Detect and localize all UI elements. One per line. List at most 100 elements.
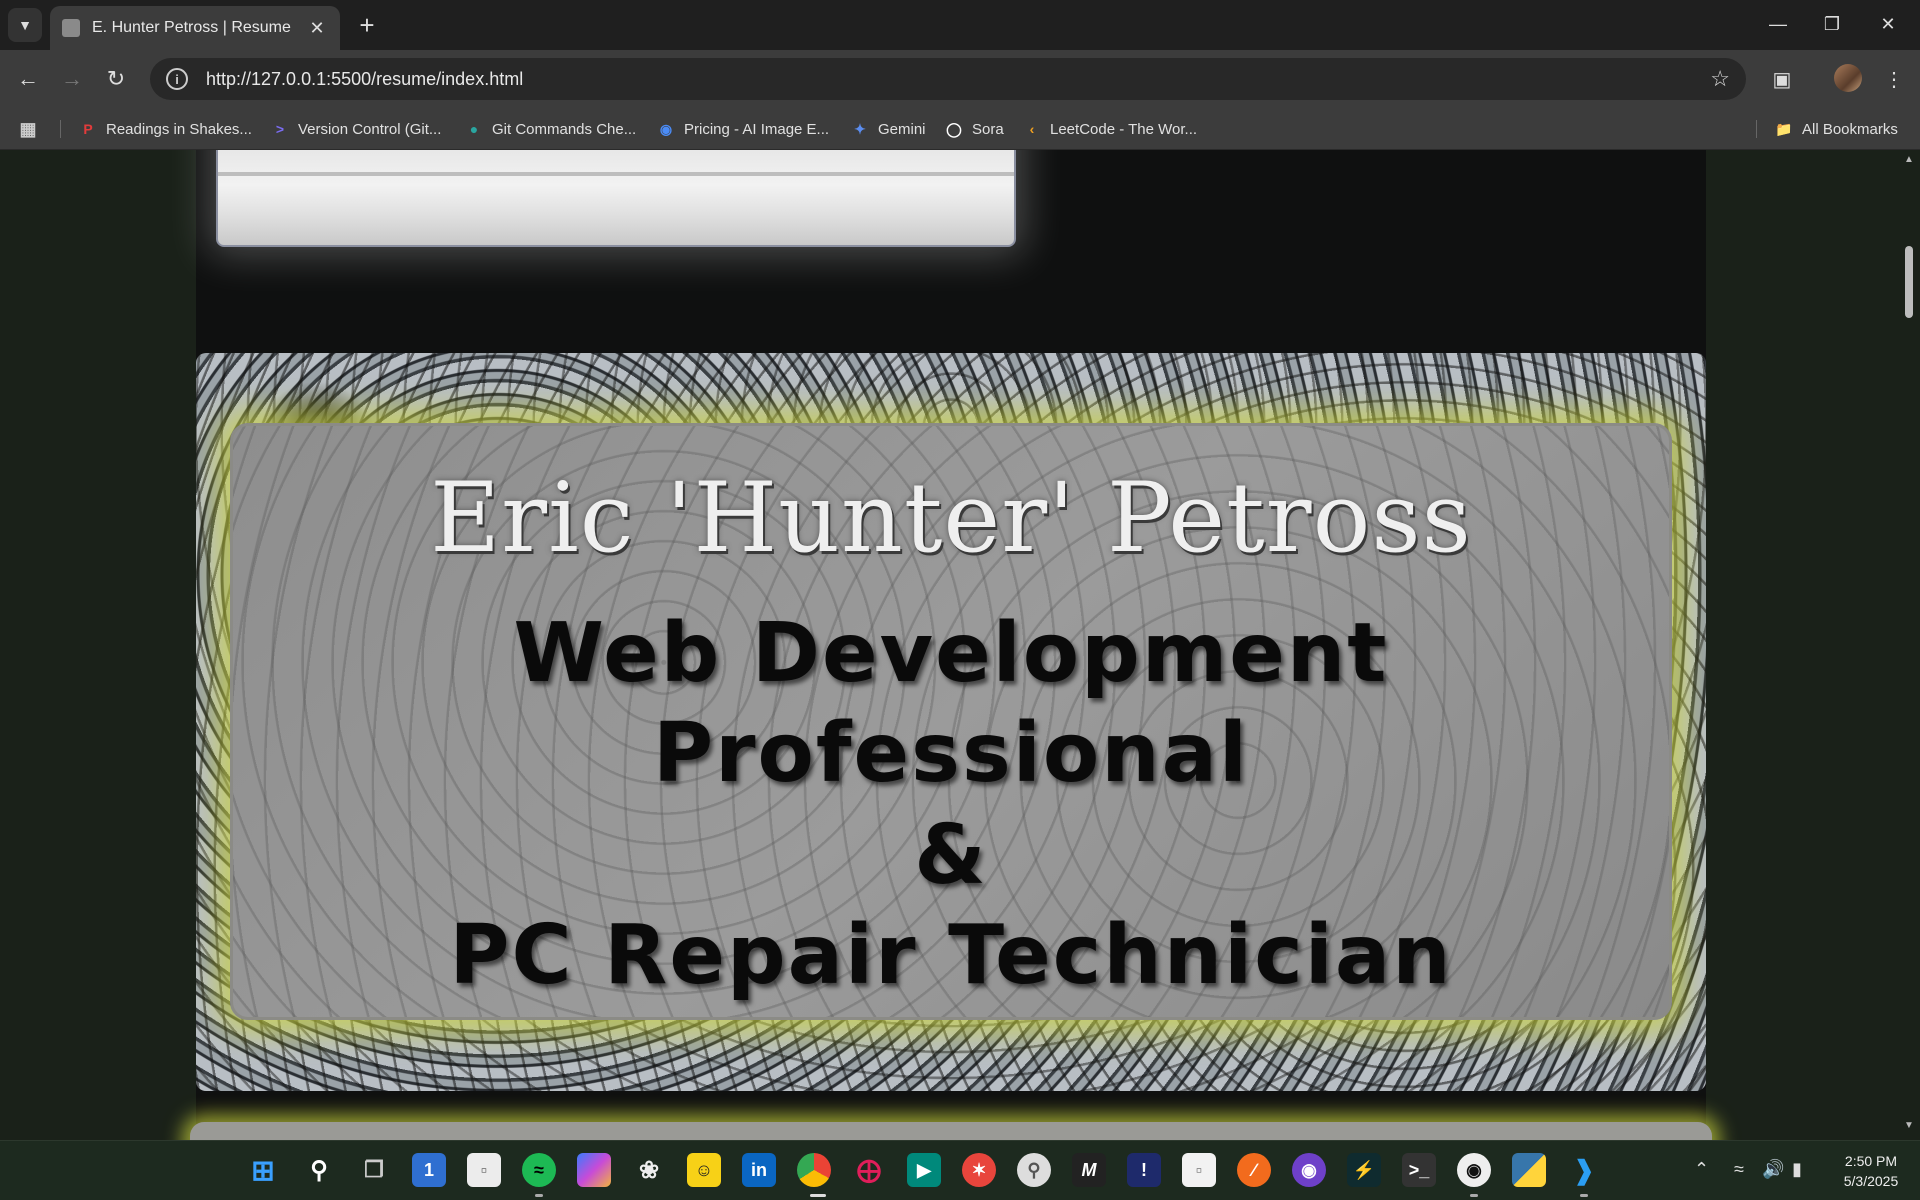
start-icon[interactable]: ⊞ — [246, 1153, 280, 1187]
new-tab-button[interactable]: + — [352, 10, 382, 40]
tab-title: E. Hunter Petross | Resume — [92, 19, 291, 36]
python-icon[interactable] — [1512, 1153, 1546, 1187]
task-view-icon[interactable]: ❐ — [357, 1153, 391, 1187]
p-logo-icon: P — [83, 121, 93, 137]
address-bar[interactable]: i http://127.0.0.1:5500/resume/index.htm… — [150, 58, 1746, 100]
running-indicator — [1580, 1194, 1588, 1197]
app-orange-icon[interactable]: ∕ — [1237, 1153, 1271, 1187]
bookmark-leetcode[interactable]: ‹ LeetCode - The Wor... — [1024, 118, 1197, 140]
bookmark-label: Readings in Shakes... — [106, 120, 252, 138]
close-window-icon[interactable]: ✕ — [1866, 8, 1910, 40]
app-info-icon[interactable]: ! — [1127, 1153, 1161, 1187]
scroll-up-icon[interactable]: ▲ — [1902, 154, 1916, 168]
bookmark-version-control[interactable]: > Version Control (Git... — [272, 118, 441, 140]
hero-banner: Eric 'Hunter' Petross Web Development Pr… — [196, 353, 1706, 1091]
linkedin-icon[interactable]: in — [742, 1153, 776, 1187]
clock-time: 2:50 PM — [1844, 1153, 1898, 1169]
active-indicator — [810, 1194, 826, 1197]
tab-favicon-icon — [62, 19, 80, 37]
github-desktop-icon[interactable]: ◉ — [1292, 1153, 1326, 1187]
hero-title-line: & — [914, 808, 988, 903]
page-viewport: Eric 'Hunter' Petross Web Development Pr… — [0, 150, 1920, 1140]
page-scrollbar[interactable]: ▲ ▼ — [1898, 150, 1920, 1140]
volume-icon[interactable]: 🔊 — [1762, 1159, 1784, 1180]
system-clock[interactable]: 2:50 PM 5/3/2025 — [1826, 1151, 1916, 1191]
github-icon[interactable]: ◉ — [1457, 1153, 1491, 1187]
bookmark-label: Version Control (Git... — [298, 120, 442, 138]
notepad-icon[interactable]: ▫ — [467, 1153, 501, 1187]
sparkle-icon: ✦ — [854, 120, 866, 137]
bookmark-label: Sora — [972, 120, 1004, 138]
bookmarks-divider — [1756, 120, 1757, 138]
menu-kebab-icon[interactable]: ⋮ — [1878, 63, 1910, 95]
bookmark-star-icon[interactable]: ☆ — [1710, 66, 1730, 92]
hero-title-line: Professional — [652, 706, 1250, 801]
clock-date: 5/3/2025 — [1843, 1173, 1899, 1189]
site-info-icon[interactable]: i — [166, 68, 188, 90]
terminal-icon[interactable]: >_ — [1402, 1153, 1436, 1187]
forward-arrow-icon[interactable]: → — [56, 63, 88, 95]
bookmark-git-commands[interactable]: ● Git Commands Che... — [466, 118, 636, 140]
bookmark-sora[interactable]: ◯ Sora — [946, 118, 1004, 140]
chrome-icon[interactable] — [797, 1153, 831, 1187]
hero-title-line: PC Repair Technician — [449, 908, 1453, 1003]
reload-icon[interactable]: ↻ — [100, 63, 132, 95]
bookmark-readings[interactable]: P Readings in Shakes... — [80, 118, 252, 140]
folder-icon: 📁 — [1775, 120, 1793, 137]
address-url[interactable]: http://127.0.0.1:5500/resume/index.html — [206, 69, 1710, 90]
app-bolt-icon[interactable]: ⚡ — [1347, 1153, 1381, 1187]
apps-grid-icon[interactable]: ▦ — [20, 118, 46, 140]
tab-strip: ▼ E. Hunter Petross | Resume ✕ + — ❐ ✕ — [0, 0, 1920, 50]
arrow-logo-icon: > — [275, 121, 285, 137]
back-arrow-icon[interactable]: ← — [12, 63, 44, 95]
globe-logo-icon: ● — [469, 121, 479, 137]
hero-title-line: Web Development — [513, 606, 1389, 701]
restore-icon[interactable]: ❐ — [1810, 8, 1854, 40]
slack-icon[interactable]: ⨁ — [852, 1153, 886, 1187]
tray-overflow-icon[interactable]: ⌃ — [1694, 1159, 1709, 1180]
wifi-icon[interactable]: ≈ — [1734, 1159, 1744, 1180]
copilot-icon[interactable] — [577, 1153, 611, 1187]
tab-search-button[interactable]: ▼ — [8, 8, 42, 42]
running-indicator — [535, 1194, 543, 1197]
spotify-icon[interactable]: ≈ — [522, 1153, 556, 1187]
chatgpt-icon[interactable]: ❀ — [632, 1153, 666, 1187]
next-section-card — [190, 1122, 1712, 1140]
workspace-photo — [216, 150, 1016, 247]
bookmark-label: Pricing - AI Image E... — [684, 120, 830, 138]
calendar-icon[interactable]: 1 — [412, 1153, 446, 1187]
scroll-thumb[interactable] — [1905, 246, 1913, 318]
all-bookmarks-button[interactable]: 📁 All Bookmarks — [1775, 118, 1898, 140]
app-search-icon[interactable]: ⚲ — [1017, 1153, 1051, 1187]
browser-tab-active[interactable]: E. Hunter Petross | Resume ✕ — [50, 6, 340, 50]
bookmark-label: Git Commands Che... — [492, 120, 637, 138]
close-tab-icon[interactable]: ✕ — [306, 18, 328, 39]
resume-page-column: Eric 'Hunter' Petross Web Development Pr… — [190, 150, 1712, 1140]
windows-taskbar: ⊞ ⚲ ❐ 1 ▫ ≈ ❀ ☺ in ⨁ ▶ ✶ ⚲ M ! ▫ ∕ ◉ ⚡ >… — [0, 1140, 1920, 1200]
app-red-icon[interactable]: ✶ — [962, 1153, 996, 1187]
hero-name: Eric 'Hunter' Petross — [430, 462, 1472, 574]
app-m-icon[interactable]: M — [1072, 1153, 1106, 1187]
bookmark-gemini[interactable]: ✦ Gemini — [852, 118, 925, 140]
bookmark-pricing[interactable]: ◉ Pricing - AI Image E... — [658, 118, 829, 140]
chat-app-icon[interactable]: ☺ — [687, 1153, 721, 1187]
meet-icon[interactable]: ▶ — [907, 1153, 941, 1187]
running-indicator — [1470, 1194, 1478, 1197]
desk-edge — [218, 172, 1014, 176]
sora-icon: ◯ — [946, 120, 962, 137]
vscode-icon[interactable]: ❱ — [1567, 1153, 1601, 1187]
chevron-down-icon: ▼ — [18, 17, 32, 33]
minimize-icon[interactable]: — — [1756, 8, 1800, 40]
profile-avatar[interactable] — [1834, 64, 1862, 92]
browser-toolbar: ← → ↻ i http://127.0.0.1:5500/resume/ind… — [0, 50, 1920, 108]
bookmarks-bar: ▦ P Readings in Shakes... > Version Cont… — [0, 108, 1920, 150]
all-bookmarks-label: All Bookmarks — [1802, 120, 1898, 138]
leetcode-icon: ‹ — [1029, 121, 1035, 137]
search-icon[interactable]: ⚲ — [302, 1153, 336, 1187]
hero-card: Eric 'Hunter' Petross Web Development Pr… — [230, 423, 1672, 1020]
battery-icon[interactable]: ▮ — [1792, 1159, 1802, 1180]
extensions-icon[interactable]: ▣ — [1766, 63, 1798, 95]
scroll-down-icon[interactable]: ▼ — [1902, 1120, 1916, 1134]
file-icon[interactable]: ▫ — [1182, 1153, 1216, 1187]
eye-logo-icon: ◉ — [659, 120, 673, 137]
